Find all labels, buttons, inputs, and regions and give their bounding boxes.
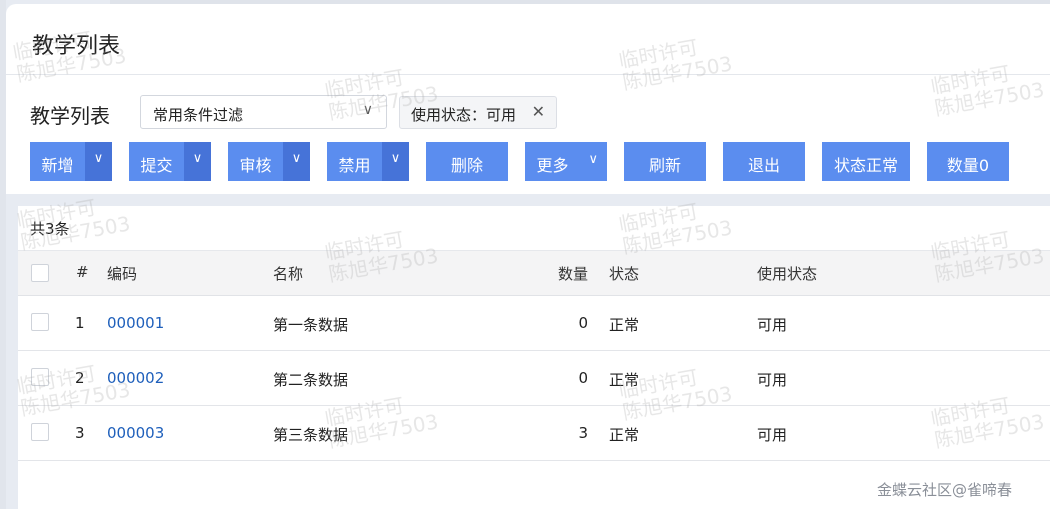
more-button-label: 更多 bbox=[536, 156, 569, 175]
title-divider bbox=[6, 74, 1050, 75]
filter-tag[interactable]: 使用状态：可用 ✕ bbox=[399, 96, 557, 129]
disable-button[interactable]: 禁用 ∨ bbox=[327, 142, 409, 181]
submit-button-label: 提交 bbox=[140, 156, 173, 175]
row-divider bbox=[18, 350, 1050, 351]
refresh-button[interactable]: 刷新 bbox=[624, 142, 706, 181]
row-status: 正常 bbox=[609, 426, 640, 444]
row-status: 正常 bbox=[609, 371, 640, 389]
caret-down-icon[interactable]: ∨ bbox=[283, 142, 310, 181]
quantity-button-label: 数量0 bbox=[946, 156, 990, 175]
community-watermark: 金蝶云社区@雀啼春 bbox=[877, 481, 1013, 499]
quantity-button[interactable]: 数量0 bbox=[927, 142, 1009, 181]
record-count: 共3条 bbox=[30, 220, 70, 238]
caret-down-icon[interactable]: ∨ bbox=[184, 142, 211, 181]
row-use-status: 可用 bbox=[757, 316, 788, 334]
add-button[interactable]: 新增 ∨ bbox=[30, 142, 112, 181]
page-title: 教学列表 bbox=[32, 34, 121, 59]
submit-button[interactable]: 提交 ∨ bbox=[129, 142, 211, 181]
filter-select[interactable]: 常用条件过滤 ∨ bbox=[140, 95, 387, 129]
row-checkbox[interactable] bbox=[31, 313, 49, 331]
column-header-name[interactable]: 名称 bbox=[273, 263, 303, 284]
add-button-label: 新增 bbox=[41, 156, 74, 175]
close-icon[interactable]: ✕ bbox=[532, 102, 545, 121]
disable-button-label: 禁用 bbox=[338, 156, 371, 175]
chevron-down-icon: ∨ bbox=[588, 152, 598, 167]
select-all-checkbox[interactable] bbox=[31, 264, 49, 282]
column-header-code[interactable]: 编码 bbox=[107, 263, 137, 284]
caret-down-icon[interactable]: ∨ bbox=[85, 142, 112, 181]
exit-button-label: 退出 bbox=[747, 156, 780, 175]
row-index: 3 bbox=[75, 424, 85, 442]
row-use-status: 可用 bbox=[757, 426, 788, 444]
more-button[interactable]: 更多 ∨ bbox=[525, 142, 607, 181]
row-status: 正常 bbox=[609, 316, 640, 334]
audit-button[interactable]: 审核 ∨ bbox=[228, 142, 310, 181]
row-code-link[interactable]: 000001 bbox=[107, 314, 164, 332]
row-code-link[interactable]: 000003 bbox=[107, 424, 164, 442]
row-name: 第一条数据 bbox=[273, 316, 349, 334]
delete-button-label: 删除 bbox=[450, 156, 483, 175]
row-qty: 0 bbox=[578, 369, 588, 387]
filter-tag-label: 使用状态：可用 bbox=[411, 106, 517, 124]
exit-button[interactable]: 退出 bbox=[723, 142, 805, 181]
row-name: 第二条数据 bbox=[273, 371, 349, 389]
status-normal-button-label: 状态正常 bbox=[833, 156, 898, 175]
column-header-index: # bbox=[76, 263, 89, 281]
row-qty: 0 bbox=[578, 314, 588, 332]
column-header-use-status[interactable]: 使用状态 bbox=[757, 263, 817, 284]
row-checkbox[interactable] bbox=[31, 368, 49, 386]
caret-down-icon[interactable]: ∨ bbox=[382, 142, 409, 181]
filter-label: 教学列表 bbox=[30, 104, 110, 128]
row-name: 第三条数据 bbox=[273, 426, 349, 444]
column-header-qty[interactable]: 数量 bbox=[520, 263, 588, 284]
row-index: 2 bbox=[75, 369, 85, 387]
filter-select-value: 常用条件过滤 bbox=[153, 106, 244, 124]
audit-button-label: 审核 bbox=[239, 156, 272, 175]
row-code-link[interactable]: 000002 bbox=[107, 369, 164, 387]
row-divider bbox=[18, 405, 1050, 406]
row-index: 1 bbox=[75, 314, 85, 332]
row-checkbox[interactable] bbox=[31, 423, 49, 441]
delete-button[interactable]: 删除 bbox=[426, 142, 508, 181]
column-header-status[interactable]: 状态 bbox=[609, 263, 639, 284]
refresh-button-label: 刷新 bbox=[648, 156, 681, 175]
row-qty: 3 bbox=[578, 424, 588, 442]
status-normal-button[interactable]: 状态正常 bbox=[822, 142, 910, 181]
chevron-down-icon: ∨ bbox=[362, 102, 373, 118]
row-use-status: 可用 bbox=[757, 371, 788, 389]
row-divider bbox=[18, 460, 1050, 461]
